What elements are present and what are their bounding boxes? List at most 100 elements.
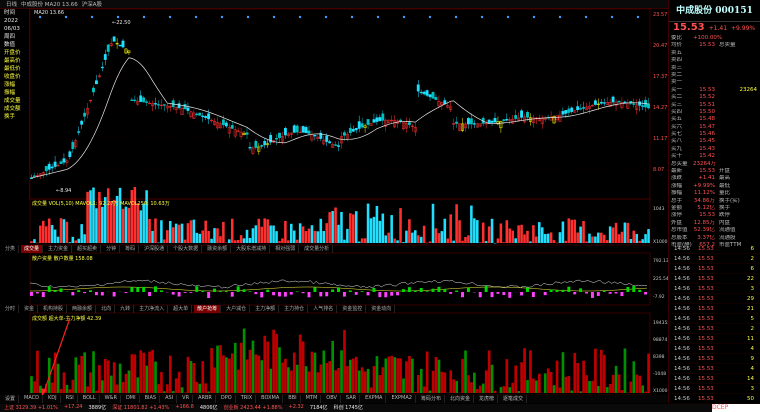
amount-bar [502, 386, 506, 393]
amount-bar [239, 342, 243, 393]
status-item: 3889亿 [88, 405, 107, 411]
volume-bar [322, 231, 326, 243]
quote-label-2: 总卖量 [719, 42, 736, 49]
tab-tabs3[interactable]: ARBR [195, 395, 216, 403]
tab-tabs3[interactable]: BBI [285, 395, 301, 403]
tick-row: 14:56 15.53 14 [668, 374, 760, 384]
quote-value-2 [737, 57, 757, 64]
amount-bar [387, 356, 391, 393]
tab-tabs1[interactable]: 大股东增减持 [233, 245, 271, 253]
quote-row: 总买量 23264万 [669, 161, 760, 168]
amount-bar [89, 372, 92, 393]
tab-tabs3[interactable]: BOXMA [258, 395, 284, 403]
tab-tabs2[interactable]: 散户抢筹 [194, 305, 222, 313]
tab-tabs3[interactable]: EXPMA2 [388, 395, 416, 403]
volume-bar [180, 223, 184, 243]
amount-bar [266, 341, 270, 393]
tab-tabs2[interactable]: 北向 [98, 305, 116, 313]
quote-row: 卖三 [669, 65, 760, 72]
tab-tabs2[interactable]: 主力净额 [252, 305, 280, 313]
tab-tabs3[interactable]: W&R [102, 395, 121, 403]
tab-tabs3[interactable]: RSI [63, 395, 78, 403]
tick-price: 15.53 [698, 246, 714, 252]
tab-tabs2[interactable]: 主力持仓 [281, 305, 309, 313]
tab-tabs1[interactable]: 主力资金 [45, 245, 73, 253]
tab-tabs2[interactable]: 机构持股 [40, 305, 68, 313]
tab-tabs3[interactable]: DMI [123, 395, 140, 403]
tab-tabs2[interactable]: 资金 [21, 305, 39, 313]
quote-value: 15.50 [699, 108, 715, 115]
tab-tabs1[interactable]: 沪深股通 [141, 245, 169, 253]
quote-value: 15.46 [699, 131, 715, 138]
status-item: +2.32 [288, 404, 304, 410]
tab-tabs3[interactable]: MACD [21, 395, 44, 403]
quote-value: +100.00% [693, 35, 723, 41]
tab-tabs1[interactable]: 筹码 [122, 245, 140, 253]
tick-price: 15.53 [698, 256, 714, 262]
tab-tabs2[interactable]: 两融余额 [69, 305, 97, 313]
volume-bar [77, 238, 80, 243]
tab-tabs1[interactable]: 分类 [2, 245, 20, 253]
tab-tabs3[interactable]: EXPMA [362, 395, 387, 403]
volume-bar [405, 230, 408, 243]
volume-bar [278, 241, 281, 243]
quote-value-2 [737, 42, 757, 49]
tab-tabs3[interactable]: SAR [343, 395, 361, 403]
volume-bar [233, 240, 237, 243]
tab-tabs2[interactable]: 资金动向 [368, 305, 396, 313]
tab-tabs2[interactable]: 主力净流入 [136, 305, 169, 313]
quote-row: 买九 15.43 [669, 146, 760, 153]
tab-tabs1[interactable]: 相对强弱 [272, 245, 300, 253]
tab-tabs3[interactable]: BIAS [142, 395, 161, 403]
volume-bar [455, 204, 458, 243]
tab-tabs1[interactable]: 融资余额 [204, 245, 232, 253]
volume-bar [354, 211, 358, 243]
tab-tabs3[interactable]: 龙虎榜 [476, 395, 498, 403]
quote-label: 总股本 [671, 234, 688, 241]
tab-tabs3[interactable]: ASI [162, 395, 178, 403]
tab-tabs3[interactable]: 设置 [2, 395, 20, 403]
event-marker [636, 15, 640, 19]
tab-tabs3[interactable]: 北向资金 [447, 395, 474, 403]
candle [121, 40, 125, 48]
amount-bar [245, 359, 249, 393]
tab-tabs3[interactable]: OBV [323, 395, 341, 403]
tab-tabs2[interactable]: 超大单 [170, 305, 193, 313]
tab-tabs3[interactable]: DPO [218, 395, 236, 403]
tab-tabs3[interactable]: KDJ [45, 395, 61, 403]
ind3-axis: 8398 [653, 354, 665, 360]
quote-row: 总手 34.86万 换手(实) [669, 198, 760, 205]
tab-tabs1[interactable]: 分钟 [103, 245, 121, 253]
amount-bar [337, 367, 340, 393]
tick-list[interactable]: 14:56 15.53 6 14:56 15.53 2 14:56 15.53 6 14:56 15… [668, 244, 760, 404]
tab-tabs2[interactable]: 资金监控 [339, 305, 367, 313]
info-label: 成交量 [4, 98, 21, 104]
tab-tabs3[interactable]: 筹码分布 [418, 395, 445, 403]
tab-tabs3[interactable]: TRIX [238, 395, 257, 403]
tab-tabs1[interactable]: 个股大数据 [170, 245, 203, 253]
ad-banner[interactable]: DCEP [712, 404, 760, 412]
volume-bar [42, 220, 45, 243]
amount-bar [349, 359, 352, 393]
volume-bar [33, 239, 36, 243]
tab-tabs2[interactable]: 九转 [117, 305, 135, 313]
quote-value: 5.12亿 [697, 204, 715, 211]
volume-bar [142, 203, 145, 243]
candle [647, 103, 650, 109]
info-row: 最低价 [0, 65, 29, 73]
tab-tabs1[interactable]: 超买超卖 [74, 245, 102, 253]
tab-tabs3[interactable]: BOLL [80, 395, 100, 403]
tab-tabs3[interactable]: 逐笔成交 [500, 395, 528, 403]
candle [431, 92, 435, 99]
tab-tabs1[interactable]: 成交量 [21, 245, 44, 253]
kline-chart[interactable]: 23.57 20.47 17.37 14.27 11.17 8.07 ←22.50 ←8.94… [0, 0, 760, 412]
tab-tabs3[interactable]: VR [179, 395, 194, 403]
amount-bar [272, 329, 275, 393]
tab-tabs2[interactable]: 人气排名 [310, 305, 338, 313]
tab-tabs3[interactable]: MTM [303, 395, 322, 403]
tab-tabs1[interactable]: 成交量分析 [301, 245, 334, 253]
tab-tabs2[interactable]: 大户减仓 [223, 305, 251, 313]
tab-tabs2[interactable]: 分时 [2, 305, 20, 313]
quote-label: 买九 [671, 145, 683, 152]
quote-value: 15.53 [699, 168, 715, 175]
